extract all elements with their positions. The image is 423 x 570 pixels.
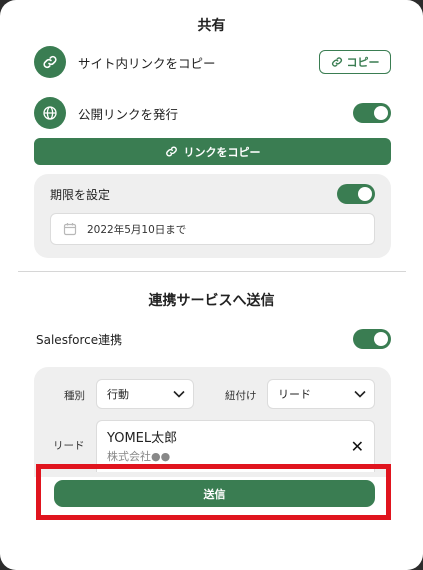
link-select[interactable]: リード — [267, 379, 375, 409]
link-icon — [34, 46, 66, 78]
toggle-knob — [374, 106, 388, 120]
public-link-toggle[interactable] — [353, 103, 391, 123]
type-select[interactable]: 行動 — [96, 379, 194, 409]
integration-card: 種別 行動 紐付け リード リード YOMEL太郎 株式会社●● ✕ — [34, 367, 391, 477]
chevron-down-icon — [173, 390, 185, 398]
lead-company: 株式会社●● — [107, 450, 171, 463]
type-label: 種別 — [64, 390, 85, 402]
expiry-date-value: 2022年5月10日まで — [87, 223, 187, 236]
copy-link-button[interactable]: リンクをコピー — [34, 138, 391, 165]
close-icon[interactable]: ✕ — [351, 437, 364, 456]
salesforce-toggle[interactable] — [353, 329, 391, 349]
public-link-row: 公開リンクを発行 — [34, 97, 391, 129]
link-select-value: リード — [278, 388, 311, 401]
link-icon — [331, 57, 342, 67]
type-select-value: 行動 — [107, 388, 129, 401]
copy-button[interactable]: コピー — [319, 50, 391, 74]
salesforce-row: Salesforce連携 — [36, 323, 391, 355]
toggle-knob — [374, 332, 388, 346]
lead-label: リード — [53, 440, 85, 452]
lead-name: YOMEL太郎 — [107, 431, 178, 446]
copy-button-label: コピー — [346, 56, 380, 69]
send-button[interactable]: 送信 — [54, 480, 375, 507]
copy-link-button-label: リンクをコピー — [183, 145, 261, 159]
toggle-knob — [358, 187, 372, 201]
globe-icon — [34, 97, 66, 129]
site-link-row: サイト内リンクをコピー コピー — [34, 46, 391, 78]
site-link-label: サイト内リンクをコピー — [78, 55, 216, 71]
expiry-toggle[interactable] — [337, 184, 375, 204]
section-divider — [18, 271, 406, 272]
integration-title: 連携サービスへ送信 — [148, 293, 275, 309]
expiry-label: 期限を設定 — [50, 188, 111, 202]
public-link-label: 公開リンクを発行 — [78, 106, 179, 122]
calendar-icon — [63, 223, 77, 236]
share-panel: 共有 サイト内リンクをコピー コピー 公開リンクを発行 リンクをコピー 期限を設… — [0, 0, 423, 570]
expiry-card: 期限を設定 2022年5月10日まで — [34, 174, 391, 258]
share-title: 共有 — [197, 18, 226, 34]
link-icon — [165, 146, 177, 157]
expiry-date-field[interactable]: 2022年5月10日まで — [50, 213, 375, 245]
link-label: 紐付け — [225, 390, 257, 402]
salesforce-label: Salesforce連携 — [36, 332, 123, 347]
chevron-down-icon — [354, 390, 366, 398]
